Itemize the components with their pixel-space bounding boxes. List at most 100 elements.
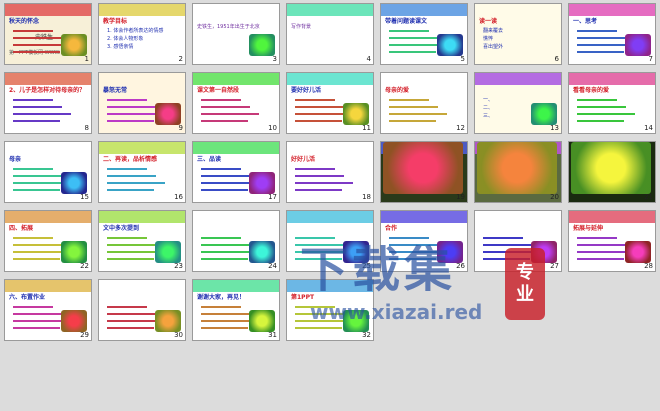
slide-text-line (107, 120, 154, 122)
slide-flower-image (249, 34, 275, 56)
slide-text-line (389, 51, 436, 53)
slide-flower-image (155, 310, 181, 332)
slide-title: 好好儿活 (291, 156, 316, 163)
slide-number: 3 (272, 55, 277, 63)
slide-thumbnail-9[interactable]: 暴怒无常 9 (98, 72, 186, 134)
slide-thumbnail-27[interactable]: 27 (474, 210, 562, 272)
slide-number: 16 (174, 193, 183, 201)
slide-text-line (107, 168, 147, 170)
slide-thumbnail-24[interactable]: 24 (192, 210, 280, 272)
slide-number: 27 (550, 262, 559, 270)
slide-number: 6 (554, 55, 559, 63)
slide-flower-image (249, 241, 275, 263)
slide-thumbnail-18[interactable]: 好好儿活 18 (286, 141, 374, 203)
slide-header-bar (287, 211, 373, 223)
slide-text-line (13, 258, 60, 260)
slide-number: 21 (644, 193, 653, 201)
slide-thumbnail-5[interactable]: 带着问题读课文 5 (380, 3, 468, 65)
slide-thumbnail-16[interactable]: 二、再读，品析情感 16 (98, 141, 186, 203)
slide-flower-image (155, 241, 181, 263)
slide-text-line (295, 313, 344, 315)
slide-text-line (577, 237, 617, 239)
slide-thumbnail-28[interactable]: 拓展与延伸 28 (568, 210, 656, 272)
slide-flower-image (437, 34, 463, 56)
slide-thumbnail-13[interactable]: 一、 二、 三、 13 (474, 72, 562, 134)
slide-flower-image (155, 103, 181, 125)
slide-text-line (13, 113, 71, 115)
slide-text-line (295, 258, 342, 260)
slide-list-item: 二、 (483, 105, 494, 111)
slide-thumbnail-2[interactable]: 教学目标 1. 体会作者所表达的情感 2. 体会人物形象 3. 感悟亲情 2 (98, 3, 186, 65)
slide-title: 四、拓展 (9, 225, 34, 232)
slide-thumbnail-32[interactable]: 第1PPT 32 (286, 279, 374, 341)
slide-flower-image (625, 241, 651, 263)
slide-list-item: 三、 (483, 113, 494, 119)
slide-header-bar (475, 73, 561, 85)
slide-title: 要好好儿活 (291, 87, 322, 94)
slide-thumbnail-21[interactable]: 21 (568, 141, 656, 203)
slide-text-line (13, 120, 60, 122)
slide-number: 30 (174, 331, 183, 339)
slide-number: 32 (362, 331, 371, 339)
slide-text-line (13, 189, 60, 191)
slide-text: 史铁生，1951年出生于北京 (197, 24, 260, 30)
slide-title: 六、布置作业 (9, 294, 46, 301)
slide-thumbnail-14[interactable]: 看看母亲的爱 14 (568, 72, 656, 134)
slide-number: 31 (268, 331, 277, 339)
slide-header-bar (287, 4, 373, 16)
slide-list-item: 憔悴 (483, 36, 494, 42)
slide-text-line (13, 306, 53, 308)
slide-thumbnail-6[interactable]: 读一读 翻来覆去 憔悴 喜出望外 6 (474, 3, 562, 65)
slide-thumbnail-17[interactable]: 三、品读 17 (192, 141, 280, 203)
slide-text-line (13, 37, 62, 39)
slide-number: 5 (460, 55, 465, 63)
slide-title: 教学目标 (103, 18, 128, 25)
slide-text-line (107, 313, 156, 315)
slide-text-line (577, 30, 617, 32)
slide-thumbnail-23[interactable]: 文中多次提到 23 (98, 210, 186, 272)
slide-text-line (295, 182, 353, 184)
slide-thumbnail-31[interactable]: 谢谢大家，再见！ 31 (192, 279, 280, 341)
slide-text-line (389, 106, 438, 108)
slide-thumbnail-8[interactable]: 2、儿子是怎样对待母亲的？ 8 (4, 72, 92, 134)
slide-thumbnail-11[interactable]: 要好好儿活 11 (286, 72, 374, 134)
slide-flower-image (625, 34, 651, 56)
slide-flower-image (343, 103, 369, 125)
slide-number: 29 (80, 331, 89, 339)
slide-thumbnail-25[interactable]: 25 (286, 210, 374, 272)
slide-thumbnail-22[interactable]: 四、拓展 22 (4, 210, 92, 272)
slide-thumbnail-1[interactable]: 秋天的怀念史铁生第一PPT模板网 WWW.1PPT.COM1 (4, 3, 92, 65)
slide-thumbnail-7[interactable]: 一、思考 7 (568, 3, 656, 65)
slide-text-line (13, 313, 62, 315)
slide-thumbnail-30[interactable]: 30 (98, 279, 186, 341)
slide-flower-image (437, 241, 463, 263)
slide-text-line (13, 168, 53, 170)
slide-thumbnail-15[interactable]: 母亲 15 (4, 141, 92, 203)
slide-text-line (389, 237, 429, 239)
slide-text-line (201, 244, 250, 246)
slide-thumbnail-20[interactable]: 20 (474, 141, 562, 203)
slide-text-line (295, 189, 342, 191)
slide-thumbnail-3[interactable]: 史铁生，1951年出生于北京 3 (192, 3, 280, 65)
slide-flower-image (61, 34, 87, 56)
slide-list-item: 1. 体会作者所表达的情感 (107, 28, 164, 34)
slide-title: 拓展与延伸 (573, 225, 604, 232)
slide-number: 28 (644, 262, 653, 270)
slide-number: 24 (268, 262, 277, 270)
slide-thumbnail-12[interactable]: 母亲的爱 12 (380, 72, 468, 134)
slide-header-bar (99, 4, 185, 16)
slide-text-line (201, 106, 250, 108)
slide-thumbnail-26[interactable]: 合作 26 (380, 210, 468, 272)
slide-flower-image (61, 172, 87, 194)
slide-thumbnail-4[interactable]: 写作背景 4 (286, 3, 374, 65)
slide-number: 8 (84, 124, 89, 132)
slide-text-line (13, 106, 62, 108)
slide-thumbnail-10[interactable]: 课文第一自然段 10 (192, 72, 280, 134)
slide-text-line (13, 237, 53, 239)
slide-text-line (13, 244, 62, 246)
slide-number: 1 (84, 55, 89, 63)
slide-text-line (201, 175, 250, 177)
slide-number: 14 (644, 124, 653, 132)
slide-thumbnail-29[interactable]: 六、布置作业 29 (4, 279, 92, 341)
slide-thumbnail-19[interactable]: 19 (380, 141, 468, 203)
